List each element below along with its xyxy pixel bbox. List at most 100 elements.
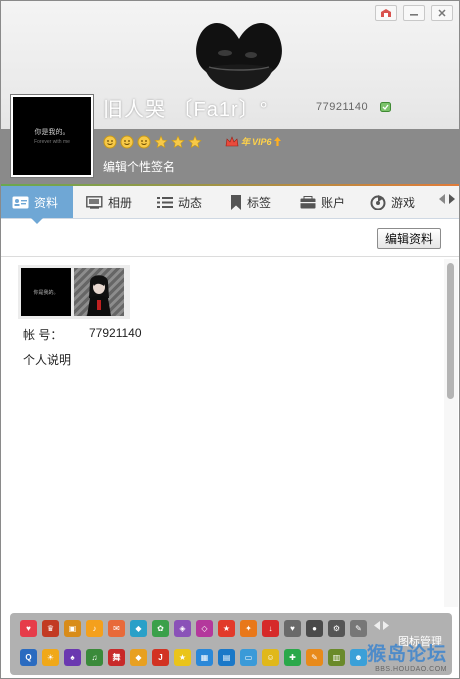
download-badge-icon[interactable]: ↓ [262, 620, 279, 637]
bookmark-tag-icon [231, 194, 241, 210]
tab-profile[interactable]: 资料 [1, 186, 73, 218]
watermark-url: BBS.HOUDAO.COM [375, 666, 448, 673]
music-badge-icon[interactable]: ♪ [86, 620, 103, 637]
tab-label: 标签 [247, 195, 272, 210]
close-button[interactable] [431, 5, 453, 21]
window-controls [375, 5, 453, 21]
heart-badge-icon[interactable]: ♥ [20, 620, 37, 637]
signature-edit-link[interactable]: 编辑个性签名 [103, 158, 175, 175]
avatar-subtext: Forever with me [34, 139, 70, 145]
computer-badge-icon[interactable]: ▭ [240, 649, 257, 666]
photo-album-icon [86, 195, 103, 209]
pet-badge-icon[interactable]: ✿ [152, 620, 169, 637]
thumbnail-text: 你是我的。 [33, 289, 59, 296]
diamond-badge-icon[interactable]: ◆ [130, 620, 147, 637]
personal-description: 个人说明 [23, 353, 72, 367]
avatar[interactable]: 你是我的。 Forever with me [11, 95, 93, 177]
content-scrollbar[interactable] [444, 259, 458, 607]
blue-user-badge-icon[interactable]: ☻ [350, 649, 367, 666]
trophy-badge-icon[interactable]: ★ [218, 620, 235, 637]
tab-label: 账户 [321, 195, 346, 210]
skin-button[interactable] [375, 5, 397, 21]
game-hall-badge-icon[interactable]: J [152, 649, 169, 666]
thumbnail-photo[interactable]: 你是我的。 [21, 268, 71, 316]
chat-badge-icon[interactable]: ✎ [350, 620, 367, 637]
flame-badge-icon[interactable]: ✦ [240, 620, 257, 637]
profile-header: 你是我的。 Forever with me 旧人哭 〔Fa1r〕° 779211… [1, 1, 459, 186]
sun-level-icon [120, 135, 134, 149]
edit-badge-icon[interactable]: ✎ [306, 649, 323, 666]
chevron-right-icon[interactable] [383, 621, 389, 630]
close-icon [438, 9, 446, 17]
qq-number: 77921140 [316, 101, 369, 113]
penguin-badge-icon[interactable]: ● [306, 620, 323, 637]
pet-face-badge-icon[interactable]: ☺ [262, 649, 279, 666]
sun-badge-icon[interactable]: ☀ [42, 649, 59, 666]
sun-level-icon [103, 135, 117, 149]
shield-badge-icon[interactable]: ♥ [284, 620, 301, 637]
photo-thumbnails: 你是我的。 [18, 265, 130, 319]
content-divider [1, 256, 459, 257]
vip-badge[interactable]: 年 VIP6 [225, 135, 281, 148]
scrollbar-thumb[interactable] [447, 263, 454, 399]
chevron-left-icon[interactable] [439, 194, 445, 204]
vip-level: VIP6 [252, 136, 272, 147]
tab-label: 相册 [108, 195, 133, 210]
gem-badge-icon[interactable]: ◈ [174, 620, 191, 637]
qq-show-badge-icon[interactable]: Q [20, 649, 37, 666]
crystal-badge-icon[interactable]: ◇ [196, 620, 213, 637]
skin-icon [381, 9, 391, 17]
tab-bar: 资料 相册 动态 标签 账户 游戏 [1, 186, 459, 219]
crown-badge-icon[interactable]: ♛ [42, 620, 59, 637]
avatar-text: 你是我的。 [34, 129, 70, 136]
cabinet-badge-icon[interactable]: ▥ [328, 649, 345, 666]
gear-badge-icon[interactable]: ⚙ [328, 620, 345, 637]
star-level-icon [188, 135, 202, 149]
tray-scroll-arrows [374, 621, 389, 630]
tab-tags[interactable]: 标签 [219, 186, 289, 218]
edit-profile-button[interactable]: 编辑资料 [377, 228, 441, 249]
tab-scroll-arrows [439, 194, 455, 204]
yellow-diamond-badge-icon[interactable]: ◆ [130, 649, 147, 666]
tab-label: 资料 [34, 195, 59, 210]
gift-badge-icon[interactable]: ▣ [64, 620, 81, 637]
vip-year-prefix: 年 [241, 137, 251, 147]
watermark-title: 猴岛论坛 [367, 643, 448, 665]
photo-badge-icon[interactable]: ▤ [218, 649, 235, 666]
tab-feed[interactable]: 动态 [146, 186, 218, 218]
tab-label: 动态 [178, 195, 203, 210]
farm-badge-icon[interactable]: ✚ [284, 649, 301, 666]
app-badge-icon[interactable]: ▦ [196, 649, 213, 666]
dragon-badge-icon[interactable]: ♠ [64, 649, 81, 666]
wallet-icon [300, 195, 316, 208]
active-tab-pointer [31, 218, 43, 224]
dance-badge-icon[interactable]: 舞 [108, 649, 125, 666]
online-status-icon[interactable] [380, 102, 391, 112]
game-icon [370, 194, 386, 210]
level-icons[interactable] [103, 135, 202, 149]
tab-album[interactable]: 相册 [75, 186, 147, 218]
profile-window: 你是我的。 Forever with me 旧人哭 〔Fa1r〕° 779211… [0, 0, 460, 679]
star-badge-icon[interactable]: ★ [174, 649, 191, 666]
profile-card-icon [12, 196, 29, 208]
music-player-badge-icon[interactable]: ♫ [86, 649, 103, 666]
arrow-up-icon [273, 137, 281, 146]
sun-level-icon [137, 135, 151, 149]
feed-list-icon [157, 196, 173, 208]
tab-account[interactable]: 账户 [289, 186, 361, 218]
star-level-icon [171, 135, 185, 149]
thumbnail-photo[interactable] [74, 268, 124, 316]
minimize-button[interactable] [403, 5, 425, 21]
nickname: 旧人哭 〔Fa1r〕° [103, 99, 269, 121]
chevron-right-icon[interactable] [449, 194, 455, 204]
forum-watermark: 猴岛论坛 BBS.HOUDAO.COM [367, 639, 447, 673]
tab-games[interactable]: 游戏 [359, 186, 431, 218]
account-value: 77921140 [89, 326, 142, 340]
mail-badge-icon[interactable]: ✉ [108, 620, 125, 637]
crown-icon [225, 135, 239, 146]
account-row: 帐 号： 77921140 [23, 326, 142, 343]
tab-label: 游戏 [391, 195, 416, 210]
chevron-left-icon[interactable] [374, 621, 380, 630]
account-label: 帐 号： [23, 328, 63, 342]
minimize-icon [410, 14, 418, 16]
